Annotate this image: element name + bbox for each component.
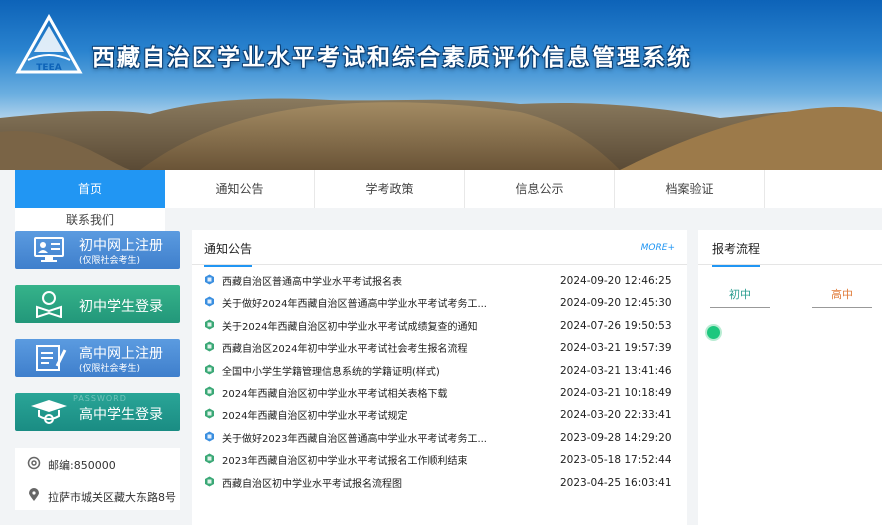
notice-date: 2023-05-18 17:52:44 <box>560 454 672 467</box>
notice-date: 2023-04-25 16:03:41 <box>560 476 672 489</box>
notice-title: 全国中小学生学籍管理信息系统的学籍证明(样式) <box>222 366 440 378</box>
notices-title: 通知公告 <box>204 240 253 267</box>
process-header: 报考流程 <box>698 230 882 267</box>
password-watermark: PASSWORD <box>73 394 127 403</box>
senior-login-label: 高中学生登录 <box>79 407 163 423</box>
senior-login-button[interactable]: PASSWORD 高中学生登录 <box>15 393 180 431</box>
notice-date: 2024-03-21 13:41:46 <box>560 364 672 377</box>
notice-date: 2023-09-28 14:29:20 <box>560 431 672 444</box>
notice-badge-icon <box>205 386 214 397</box>
notice-date: 2024-09-20 12:45:30 <box>560 297 672 310</box>
notice-title: 2024年西藏自治区初中学业水平考试相关表格下载 <box>222 389 448 400</box>
notice-item[interactable]: 全国中小学生学籍管理信息系统的学籍证明(样式) 2024-03-21 13:41:… <box>204 360 674 382</box>
mountain-landscape-image <box>0 98 882 170</box>
form-pencil-icon <box>36 345 67 371</box>
junior-login-button[interactable]: 初中学生登录 <box>15 285 180 323</box>
nav-item-home[interactable]: 首页 <box>15 170 165 208</box>
notice-badge-icon <box>205 476 214 487</box>
site-title: 西藏自治区学业水平考试和综合素质评价信息管理系统 <box>92 45 692 71</box>
notice-date: 2024-03-20 22:33:41 <box>560 409 672 422</box>
main-nav: 首页 通知公告 学考政策 信息公示 档案验证 <box>15 170 882 208</box>
notice-title: 关于做好2024年西藏自治区普通高中学业水平考试考务工... <box>222 299 487 311</box>
notice-item[interactable]: 关于2024年西藏自治区初中学业水平考试成绩复查的通知 2024-07-26 19… <box>204 315 674 337</box>
nav-item-policy[interactable]: 学考政策 <box>315 170 465 208</box>
nav-item-contact[interactable]: 联系我们 <box>15 208 165 232</box>
notice-badge-icon <box>205 341 214 352</box>
junior-register-button[interactable]: 初中网上注册 (仅限社会考生) <box>15 231 180 269</box>
process-title: 报考流程 <box>712 240 761 267</box>
junior-register-label: 初中网上注册 <box>79 238 163 254</box>
notice-title: 关于做好2023年西藏自治区普通高中学业水平考试考务工... <box>222 433 487 445</box>
junior-register-note: (仅限社会考生) <box>79 256 141 266</box>
nav-item-notices[interactable]: 通知公告 <box>165 170 315 208</box>
notice-date: 2024-03-21 19:57:39 <box>560 342 672 355</box>
notice-item[interactable]: 2023年西藏自治区初中学业水平考试报名工作顺利结束 2023-05-18 17:… <box>204 449 674 471</box>
postcode-text: 邮编:850000 <box>48 459 116 472</box>
notice-item[interactable]: 西藏自治区2024年初中学业水平考试社会考生报名流程 2024-03-21 19:… <box>204 337 674 359</box>
nav-item-archive-verify[interactable]: 档案验证 <box>615 170 765 208</box>
at-icon <box>27 456 41 470</box>
notice-item[interactable]: 西藏自治区初中学业水平考试报名流程图 2023-04-25 16:03:41 <box>204 472 674 494</box>
student-reading-icon <box>36 291 62 318</box>
notice-badge-icon <box>205 274 214 285</box>
tab-senior[interactable]: 高中 <box>812 286 872 308</box>
notice-title: 西藏自治区普通高中学业水平考试报名表 <box>222 277 402 288</box>
teea-logo: TEEA <box>14 14 84 76</box>
contact-postcode: 邮编:850000 <box>15 448 180 480</box>
header-banner: TEEA 西藏自治区学业水平考试和综合素质评价信息管理系统 <box>0 0 882 170</box>
contact-address: 拉萨市城关区藏大东路8号 <box>15 480 180 510</box>
logo-text: TEEA <box>36 63 61 73</box>
notice-title: 2024年西藏自治区初中学业水平考试规定 <box>222 411 408 423</box>
senior-register-button[interactable]: 高中网上注册 (仅限社会考生) <box>15 339 180 377</box>
computer-user-icon <box>34 237 64 262</box>
notice-title: 西藏自治区初中学业水平考试报名流程图 <box>222 478 402 490</box>
notices-panel: 通知公告 MORE+ 西藏自治区普通高中学业水平考试报名表 2024-09-20 … <box>192 230 687 525</box>
notice-title: 西藏自治区2024年初中学业水平考试社会考生报名流程 <box>222 344 468 356</box>
tab-junior[interactable]: 初中 <box>710 286 770 308</box>
notice-badge-icon <box>205 296 214 307</box>
notice-date: 2024-07-26 19:50:53 <box>560 319 672 332</box>
notice-title: 关于2024年西藏自治区初中学业水平考试成绩复查的通知 <box>222 321 478 333</box>
notice-item[interactable]: 西藏自治区普通高中学业水平考试报名表 2024-09-20 12:46:25 <box>204 270 674 292</box>
notice-item[interactable]: 2024年西藏自治区初中学业水平考试规定 2024-03-20 22:33:41 <box>204 404 674 426</box>
junior-login-label: 初中学生登录 <box>79 299 163 315</box>
address-text: 拉萨市城关区藏大东路8号 <box>48 491 176 504</box>
notice-title: 2023年西藏自治区初中学业水平考试报名工作顺利结束 <box>222 456 468 468</box>
notice-item[interactable]: 2024年西藏自治区初中学业水平考试相关表格下载 2024-03-21 10:18… <box>204 382 674 404</box>
notice-item[interactable]: 关于做好2023年西藏自治区普通高中学业水平考试考务工... 2023-09-28… <box>204 427 674 449</box>
process-step-dot <box>707 326 720 339</box>
notice-item[interactable]: 关于做好2024年西藏自治区普通高中学业水平考试考务工... 2024-09-20… <box>204 292 674 314</box>
notice-date: 2024-03-21 10:18:49 <box>560 387 672 399</box>
notice-date: 2024-09-20 12:46:25 <box>560 275 672 287</box>
notices-header: 通知公告 MORE+ <box>192 230 687 267</box>
nav-item-publicity[interactable]: 信息公示 <box>465 170 615 208</box>
notice-badge-icon <box>205 319 214 330</box>
senior-register-label: 高中网上注册 <box>79 346 163 362</box>
notice-badge-icon <box>205 453 214 464</box>
location-pin-icon <box>29 488 39 501</box>
notice-badge-icon <box>205 408 214 419</box>
process-panel: 报考流程 初中 高中 <box>698 230 882 525</box>
graduate-cap-icon <box>31 400 67 424</box>
notice-badge-icon <box>205 364 214 375</box>
senior-register-note: (仅限社会考生) <box>79 364 141 374</box>
notice-badge-icon <box>205 431 214 442</box>
more-link[interactable]: MORE+ <box>641 243 675 253</box>
